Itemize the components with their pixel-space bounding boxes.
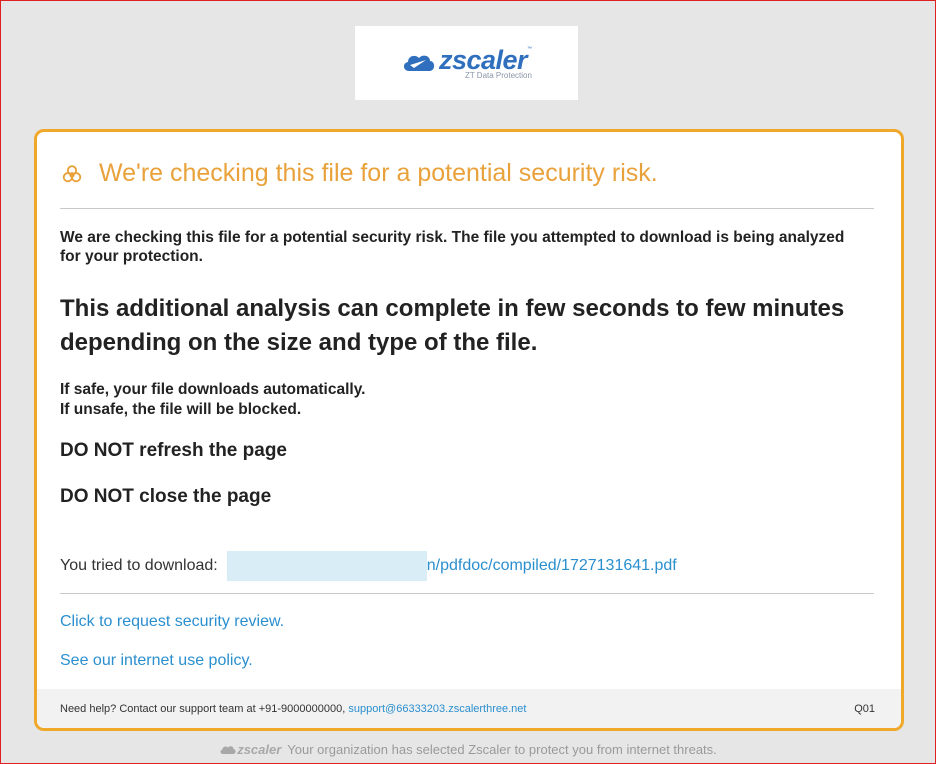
zscaler-cloud-icon xyxy=(403,55,435,71)
divider xyxy=(60,593,874,594)
warning-rest: close the page xyxy=(133,486,272,507)
help-text-wrap: Need help? Contact our support team at +… xyxy=(60,703,526,715)
analysis-note: This additional analysis can complete in… xyxy=(60,295,845,356)
outcome-text: If safe, your file downloads automatical… xyxy=(60,380,365,420)
warning-strong: DO NOT xyxy=(60,440,134,461)
bottom-logo-text: zscaler xyxy=(237,742,282,757)
warning-strong: DO NOT xyxy=(60,486,134,507)
unsafe-line: If unsafe, the file will be blocked. xyxy=(60,401,302,418)
bottom-logo: zscaler xyxy=(219,742,281,757)
download-label: You tried to download: xyxy=(60,557,218,574)
warning-rest: refresh the page xyxy=(133,440,287,461)
page-title: We're checking this file for a potential… xyxy=(99,159,658,187)
redacted-url-segment xyxy=(226,551,427,581)
logo-tagline: ZT Data Protection xyxy=(464,70,532,80)
help-text: Need help? Contact our support team at +… xyxy=(60,702,346,715)
error-code: Q01 xyxy=(854,702,875,715)
divider xyxy=(60,208,874,209)
download-info: You tried to download: n/pdfdoc/compiled… xyxy=(60,551,677,581)
zscaler-cloud-icon xyxy=(220,745,236,754)
download-url-link[interactable]: n/pdfdoc/compiled/1727131641.pdf xyxy=(427,557,677,575)
help-footer: Need help? Contact our support team at +… xyxy=(37,689,901,728)
do-not-close-warning: DO NOT close the page xyxy=(60,486,271,508)
do-not-refresh-warning: DO NOT refresh the page xyxy=(60,440,287,462)
bottom-notice: zscaler Your organization has selected Z… xyxy=(0,742,936,757)
safe-line: If safe, your file downloads automatical… xyxy=(60,381,366,398)
zscaler-logo: zscaler™ ZT Data Protection xyxy=(401,44,533,80)
logo-text: zscaler xyxy=(438,44,528,75)
support-email-link[interactable]: support@66333203.zscalerthree.net xyxy=(348,703,526,715)
trademark: ™ xyxy=(527,45,533,52)
intro-text: We are checking this file for a potentia… xyxy=(60,229,845,265)
internet-policy-link[interactable]: See our internet use policy. xyxy=(60,652,253,670)
brand-logo-box: zscaler™ ZT Data Protection xyxy=(355,26,578,100)
bottom-message: Your organization has selected Zscaler t… xyxy=(287,742,717,757)
request-review-link[interactable]: Click to request security review. xyxy=(60,613,284,631)
biohazard-icon xyxy=(62,164,82,182)
card-header: We're checking this file for a potential… xyxy=(61,159,658,188)
security-check-card: We're checking this file for a potential… xyxy=(34,129,904,731)
